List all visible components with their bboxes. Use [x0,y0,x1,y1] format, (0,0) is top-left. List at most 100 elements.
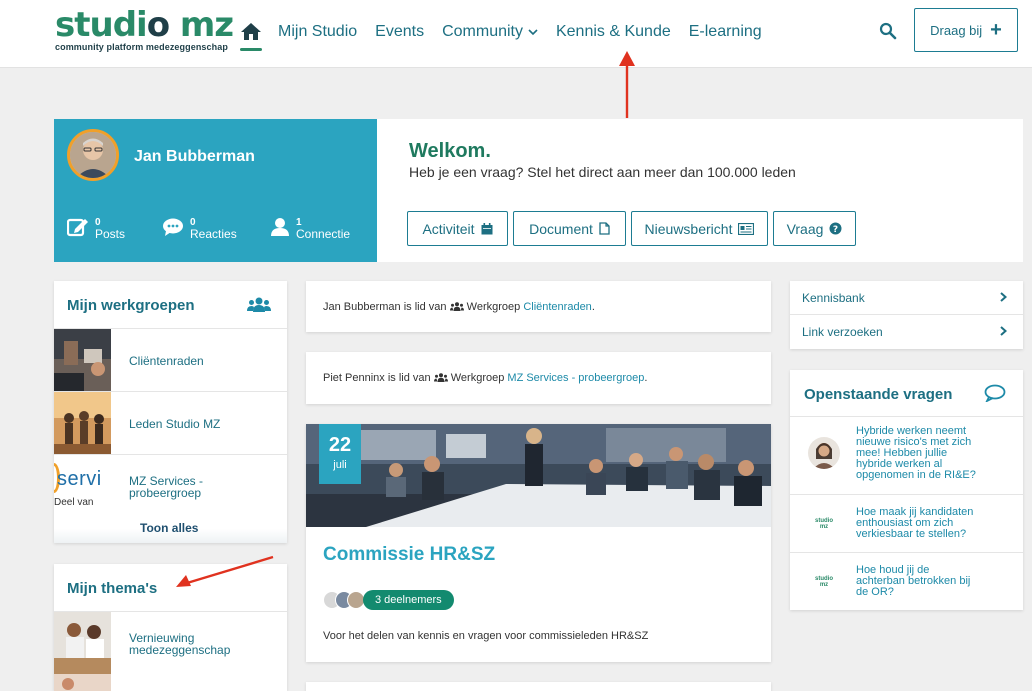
event-card[interactable]: 22 juli Commissie HR&SZ 3 deelnemers Voo… [306,424,771,662]
feed-person[interactable]: Piet Penninx [323,372,385,384]
werkgroep-thumbnail: servi Deel van [54,455,111,517]
kennisbank-link[interactable]: Kennisbank [790,281,1023,315]
stat-reacties-label: Reacties [190,227,237,241]
draag-bij-label: Draag bij [930,22,983,38]
feed-text: Jan Bubberman is lid van Werkgroep Cliën… [323,301,595,313]
avatar[interactable] [67,129,119,181]
openstaande-vragen-card: Openstaande vragen Hybride werken neemt … [790,370,1023,610]
link-verzoeken-link[interactable]: Link verzoeken [790,315,1023,349]
user-icon [271,218,289,236]
side-link-label: Link verzoeken [802,325,883,339]
new-activiteit-button[interactable]: Activiteit [407,211,508,246]
feed-text-part: . [644,372,648,384]
event-image [306,424,771,527]
thema-item[interactable]: Vernieuwing medezeggenschap [54,611,287,674]
studio-mz-mini-logo: studio mz [815,576,833,588]
werkgroep-label: Cliëntenraden [129,354,204,368]
nav-e-learning[interactable]: E-learning [689,23,762,41]
speech-bubble-icon [984,384,1006,402]
question-item[interactable]: studio mz Hoe maak jij kandidaten enthou… [790,494,1023,552]
main-nav: Mijn Studio Events Community Kennis & Ku… [240,20,780,51]
profile-name[interactable]: Jan Bubberman [134,148,255,166]
question-item[interactable]: studio mz Hoe houd jij de achterban betr… [790,552,1023,610]
stat-posts[interactable]: 0 Posts [67,217,125,241]
werkgroepen-title[interactable]: Mijn werkgroepen [67,297,195,314]
werkgroep-label: Leden Studio MZ [129,417,221,431]
logo-tagline: community platform medezeggenschap [55,42,228,52]
werkgroepen-card: Mijn werkgroepen Cliëntenraden Leden Stu… [54,281,287,543]
svg-text:?: ? [833,225,838,235]
feed-item-next [306,682,771,691]
users-group-icon [247,297,271,312]
nav-mijn-studio[interactable]: Mijn Studio [278,23,357,41]
feed-text-part: is lid van [384,372,434,384]
feed-text-part: Werkgroep [447,372,508,384]
plus-icon: + [990,19,1002,41]
next-thema-thumbnail [54,674,111,691]
new-document-button[interactable]: Document [513,211,626,246]
event-day: 22 [328,434,352,456]
nav-community[interactable]: Community [442,23,538,41]
question-text: Hybride werken neemt nieuwe risico's met… [856,426,1006,481]
werkgroep-label: MZ Services - probeergroep [129,475,203,499]
button-label: Document [529,220,593,237]
event-description: Voor het delen van kennis en vragen voor… [323,630,649,642]
werkgroep-item[interactable]: Cliëntenraden [54,328,287,391]
feed-person[interactable]: Jan Bubberman [323,301,401,313]
nav-label: Mijn Studio [278,23,358,40]
chevron-right-icon [1000,292,1007,302]
event-participants[interactable]: 3 deelnemers [323,590,454,610]
question-item[interactable]: Hybride werken neemt nieuwe risico's met… [790,416,1023,494]
werkgroep-thumbnail [54,392,111,454]
werkgroep-thumbnail [54,329,111,391]
event-title[interactable]: Commissie HR&SZ [323,544,495,566]
annotation-arrow-up [619,51,635,118]
participants-badge: 3 deelnemers [363,590,454,610]
services-logo-text: servi [57,468,102,490]
werkgroep-item[interactable]: Leden Studio MZ [54,391,287,454]
welcome-title: Welkom. [409,140,491,162]
draag-bij-button[interactable]: Draag bij + [914,8,1018,52]
logo-text-mz: mz [169,5,234,45]
questions-title[interactable]: Openstaande vragen [804,386,952,403]
active-nav-indicator [240,48,262,51]
nav-label: Community [442,23,523,40]
studio-mz-logo[interactable]: studio mz community platform medezeggens… [55,5,234,52]
werkgroep-label-line: probeergroep [129,486,202,500]
stat-reacties[interactable]: 0 Reacties [162,217,237,241]
event-date-badge: 22 juli [319,424,361,484]
button-label: Activiteit [422,220,475,237]
werkgroep-item[interactable]: servi Deel van MZ Services - probeergroe… [54,454,287,517]
question-line: opgenomen in de RI&E? [856,469,976,481]
welcome-subtitle: Heb je een vraag? Stel het direct aan me… [409,164,796,180]
feed-text-part: is lid van [400,301,450,313]
home-icon[interactable] [240,21,262,51]
newspaper-icon [738,222,755,235]
nav-events[interactable]: Events [375,23,424,41]
question-circle-icon: ? [829,222,842,235]
feed-item: Jan Bubberman is lid van Werkgroep Cliën… [306,281,771,332]
themas-title[interactable]: Mijn thema's [67,580,157,597]
stat-connectie[interactable]: 1 Connectie [270,217,350,241]
nav-label: Events [375,23,425,40]
top-navbar: studio mz community platform medezeggens… [0,0,1032,68]
feed-group-link[interactable]: MZ Services - probeergroep [507,372,644,384]
chevron-right-icon [1000,326,1007,336]
nav-label: E-learning [688,23,762,40]
studio-mz-mini-logo: studio mz [815,518,833,530]
question-text: Hoe houd jij de achterban betrokken bij … [856,565,1006,598]
toon-alles-link[interactable]: Toon alles [140,521,198,535]
question-avatar [808,437,840,469]
nav-kennis-kunde[interactable]: Kennis & Kunde [556,23,671,41]
feed-group-link[interactable]: Cliëntenraden [523,301,592,313]
logo-text-o: o [146,5,170,45]
button-label: Nieuwsbericht [644,220,733,237]
new-nieuwsbericht-button[interactable]: Nieuwsbericht [631,211,768,246]
new-vraag-button[interactable]: Vraag ? [773,211,856,246]
stat-connectie-label: Connectie [296,227,351,241]
search-icon[interactable] [879,22,897,40]
users-icon [433,373,448,382]
chevron-down-icon [528,28,538,35]
nav-label: Kennis & Kunde [555,23,671,40]
services-logo-subtext: Deel van [54,497,94,508]
